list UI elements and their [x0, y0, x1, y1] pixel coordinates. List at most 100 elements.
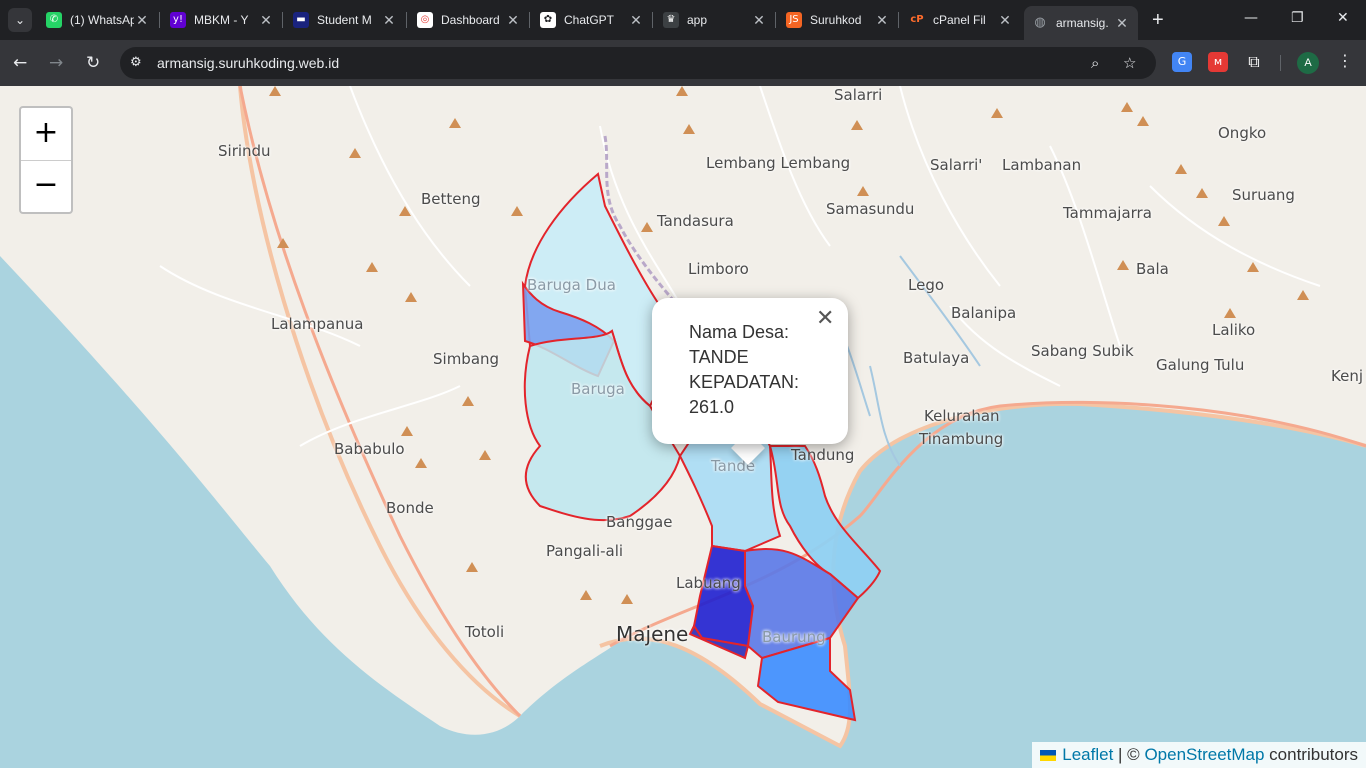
place-label: Kenj [1331, 367, 1363, 385]
popup-label-village: Nama Desa: [689, 322, 790, 342]
close-icon[interactable]: ✕ [258, 12, 274, 29]
browser-toolbar: ← → ↻ ⚙ armansig.suruhkoding.web.id ⌕ ☆ … [0, 40, 1366, 86]
tab-title: app [687, 13, 708, 27]
peak-icon [580, 590, 592, 600]
place-label: Laliko [1212, 321, 1256, 339]
map-attribution: Leaflet | © OpenStreetMap contributors [1032, 742, 1366, 768]
place-label: Labuang [676, 574, 741, 592]
place-label: Simbang [433, 350, 500, 368]
globe-icon: ◍ [1034, 15, 1046, 30]
close-icon[interactable]: ✕ [505, 12, 521, 29]
restore-icon[interactable]: ❐ [1291, 10, 1304, 26]
tab-title: ChatGPT [564, 13, 615, 27]
place-label: Tinambung [919, 430, 1004, 448]
reload-icon[interactable]: ↻ [86, 53, 100, 73]
tab-title: (1) WhatsApp [70, 13, 134, 27]
avatar[interactable]: A [1297, 52, 1319, 74]
yahoo-icon: y! [170, 12, 186, 28]
place-label: Salarri [834, 86, 883, 104]
peak-icon [1196, 188, 1208, 198]
ukraine-flag-icon [1040, 750, 1057, 762]
place-label: Suruang [1232, 186, 1295, 204]
tab-separator [898, 12, 899, 28]
chatgpt-icon: ✿ [540, 12, 556, 28]
place-label: Baurung [762, 628, 826, 646]
site-info-icon[interactable]: ⚙ [130, 55, 142, 70]
tab-separator [406, 12, 407, 28]
zoom-in-button[interactable]: + [21, 108, 71, 161]
attribution-separator: | © [1113, 745, 1145, 764]
peak-icon [349, 148, 361, 158]
place-label: Lego [908, 276, 945, 294]
tab-title: Student M [317, 13, 372, 27]
tab-dashboard[interactable]: ◎ Dashboard ✕ [417, 6, 521, 34]
tab-armansig[interactable]: ◍ armansig. ✕ [1024, 6, 1138, 40]
place-label: Sabang Subik [1031, 342, 1134, 360]
place-label: Tandasura [657, 212, 734, 230]
bookmark-star-icon[interactable]: ☆ [1123, 54, 1136, 72]
peak-icon [1117, 260, 1129, 270]
close-icon[interactable]: ✕ [628, 12, 644, 29]
close-icon[interactable]: ✕ [997, 12, 1013, 29]
close-icon[interactable]: ✕ [874, 12, 890, 29]
peak-icon [851, 120, 863, 130]
address-bar[interactable]: ⚙ armansig.suruhkoding.web.id ⌕ ☆ [120, 47, 1156, 79]
peak-icon [415, 458, 427, 468]
place-label: Sirindu [218, 142, 271, 160]
place-label: Kelurahan [924, 407, 1000, 425]
place-label: Balanipa [951, 304, 1017, 322]
minimize-icon[interactable]: — [1244, 10, 1258, 26]
mendeley-extension-icon[interactable]: ᴍ [1208, 52, 1228, 72]
close-icon[interactable]: ✕ [751, 12, 767, 29]
place-label: Pangali-ali [546, 542, 624, 560]
back-icon[interactable]: ← [13, 53, 27, 73]
peak-icon [1297, 290, 1309, 300]
tab-search-button[interactable]: ⌄ [8, 8, 32, 32]
place-label: Salarri' [930, 156, 983, 174]
place-label: Tammajarra [1063, 204, 1152, 222]
place-label: Banggae [606, 513, 673, 531]
window-close-icon[interactable]: ✕ [1337, 10, 1349, 26]
tab-title: Suruhkod [810, 13, 862, 27]
popup-content: Nama Desa: TANDE KEPADATAN: 261.0 [689, 320, 829, 420]
close-icon[interactable]: ✕ [134, 12, 150, 29]
forward-icon[interactable]: → [49, 53, 63, 73]
tab-student[interactable]: ▬ Student M ✕ [293, 6, 397, 34]
zoom-icon[interactable]: ⌕ [1091, 54, 1099, 72]
peak-icon [1247, 262, 1259, 272]
extensions-puzzle-icon[interactable]: ⧉ [1244, 52, 1264, 72]
leaflet-link[interactable]: Leaflet [1062, 745, 1113, 764]
tab-whatsapp[interactable]: ✆ (1) WhatsApp ✕ [46, 6, 150, 34]
tab-separator [282, 12, 283, 28]
student-portal-icon: ▬ [293, 12, 309, 28]
url-text[interactable]: armansig.suruhkoding.web.id [157, 55, 339, 71]
zoom-out-button[interactable]: − [21, 160, 71, 212]
peak-icon [1121, 102, 1133, 112]
tab-chatgpt[interactable]: ✿ ChatGPT ✕ [540, 6, 644, 34]
popup-density-value: 261.0 [689, 397, 735, 417]
tab-cpanel[interactable]: cP cPanel Fil ✕ [909, 6, 1013, 34]
close-icon[interactable]: ✕ [381, 12, 397, 29]
more-menu-icon[interactable]: ⋮ [1337, 51, 1353, 70]
leaflet-map[interactable]: Salarri Sirindu Ongko Lembang Lembang Sa… [0, 86, 1366, 768]
tab-suruhkoding[interactable]: JS Suruhkod ✕ [786, 6, 890, 34]
new-tab-button[interactable]: + [1152, 10, 1164, 30]
place-label: Lembang Lembang [706, 154, 851, 172]
tab-app[interactable]: ♛ app ✕ [663, 6, 767, 34]
attribution-tail: contributors [1264, 745, 1358, 764]
translate-extension-icon[interactable]: G [1172, 52, 1192, 72]
peak-icon [401, 426, 413, 436]
place-label: Galung Tulu [1156, 356, 1245, 374]
peak-icon [1218, 216, 1230, 226]
tab-mbkm[interactable]: y! MBKM - Y ✕ [170, 6, 274, 34]
osm-link[interactable]: OpenStreetMap [1144, 745, 1264, 764]
peak-icon [405, 292, 417, 302]
peak-icon [449, 118, 461, 128]
zoom-control: + − [19, 106, 73, 214]
tab-separator [159, 12, 160, 28]
close-icon[interactable]: ✕ [1114, 15, 1130, 32]
dashboard-icon: ◎ [417, 12, 433, 28]
peak-icon [511, 206, 523, 216]
popup-village-name: TANDE [689, 347, 749, 367]
close-icon[interactable]: ✕ [816, 306, 834, 331]
